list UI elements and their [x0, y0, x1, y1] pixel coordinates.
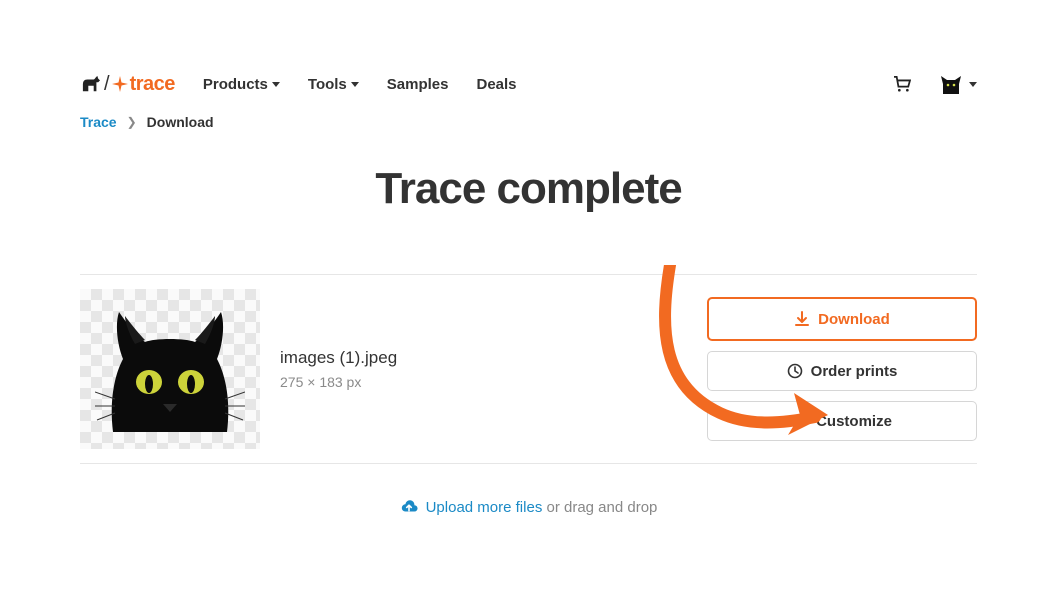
sparkle-icon [112, 76, 128, 92]
upload-suffix: or drag and drop [542, 499, 657, 516]
upload-more-link[interactable]: Upload more files [426, 499, 543, 516]
brand-word: trace [130, 73, 175, 96]
nav-samples[interactable]: Samples [387, 76, 449, 93]
nav-tools[interactable]: Tools [308, 76, 359, 93]
avatar-cat-icon [939, 72, 963, 96]
upload-footer: Upload more files or drag and drop [80, 464, 977, 520]
nav-deals[interactable]: Deals [476, 76, 516, 93]
chevron-down-icon [351, 82, 359, 87]
file-dimensions: 275 × 183 px [280, 374, 397, 390]
chevron-right-icon: ❯ [127, 115, 137, 129]
clock-icon [787, 363, 803, 379]
nav-products[interactable]: Products [203, 76, 280, 93]
action-buttons: Download Order prints Customize [707, 297, 977, 441]
nav-products-label: Products [203, 76, 268, 93]
brand-logo[interactable]: / trace [80, 73, 175, 96]
nav-tools-label: Tools [308, 76, 347, 93]
top-nav: / trace Products Tools Samples Deals [80, 0, 977, 104]
breadcrumb: Trace ❯ Download [80, 104, 977, 136]
order-prints-label: Order prints [811, 363, 898, 380]
page-title: Trace complete [80, 136, 977, 274]
horse-icon [80, 75, 102, 93]
download-icon [794, 311, 810, 327]
chevron-down-icon [272, 82, 280, 87]
breadcrumb-current: Download [147, 114, 214, 130]
result-row: images (1).jpeg 275 × 183 px Download Or… [80, 275, 977, 463]
slash-separator: / [104, 73, 110, 96]
customize-button[interactable]: Customize [707, 401, 977, 441]
cloud-upload-icon [400, 498, 418, 516]
cart-icon[interactable] [893, 76, 911, 92]
pencil-icon [792, 413, 808, 429]
order-prints-button[interactable]: Order prints [707, 351, 977, 391]
chevron-down-icon [969, 82, 977, 87]
result-thumbnail[interactable] [80, 289, 260, 449]
nav-links: Products Tools Samples Deals [203, 76, 517, 93]
download-button[interactable]: Download [707, 297, 977, 341]
breadcrumb-root[interactable]: Trace [80, 114, 117, 130]
user-avatar-menu[interactable] [939, 72, 977, 96]
traced-image-cat [95, 304, 245, 434]
file-name: images (1).jpeg [280, 348, 397, 368]
download-label: Download [818, 311, 890, 328]
customize-label: Customize [816, 413, 892, 430]
file-info: images (1).jpeg 275 × 183 px [280, 348, 397, 390]
